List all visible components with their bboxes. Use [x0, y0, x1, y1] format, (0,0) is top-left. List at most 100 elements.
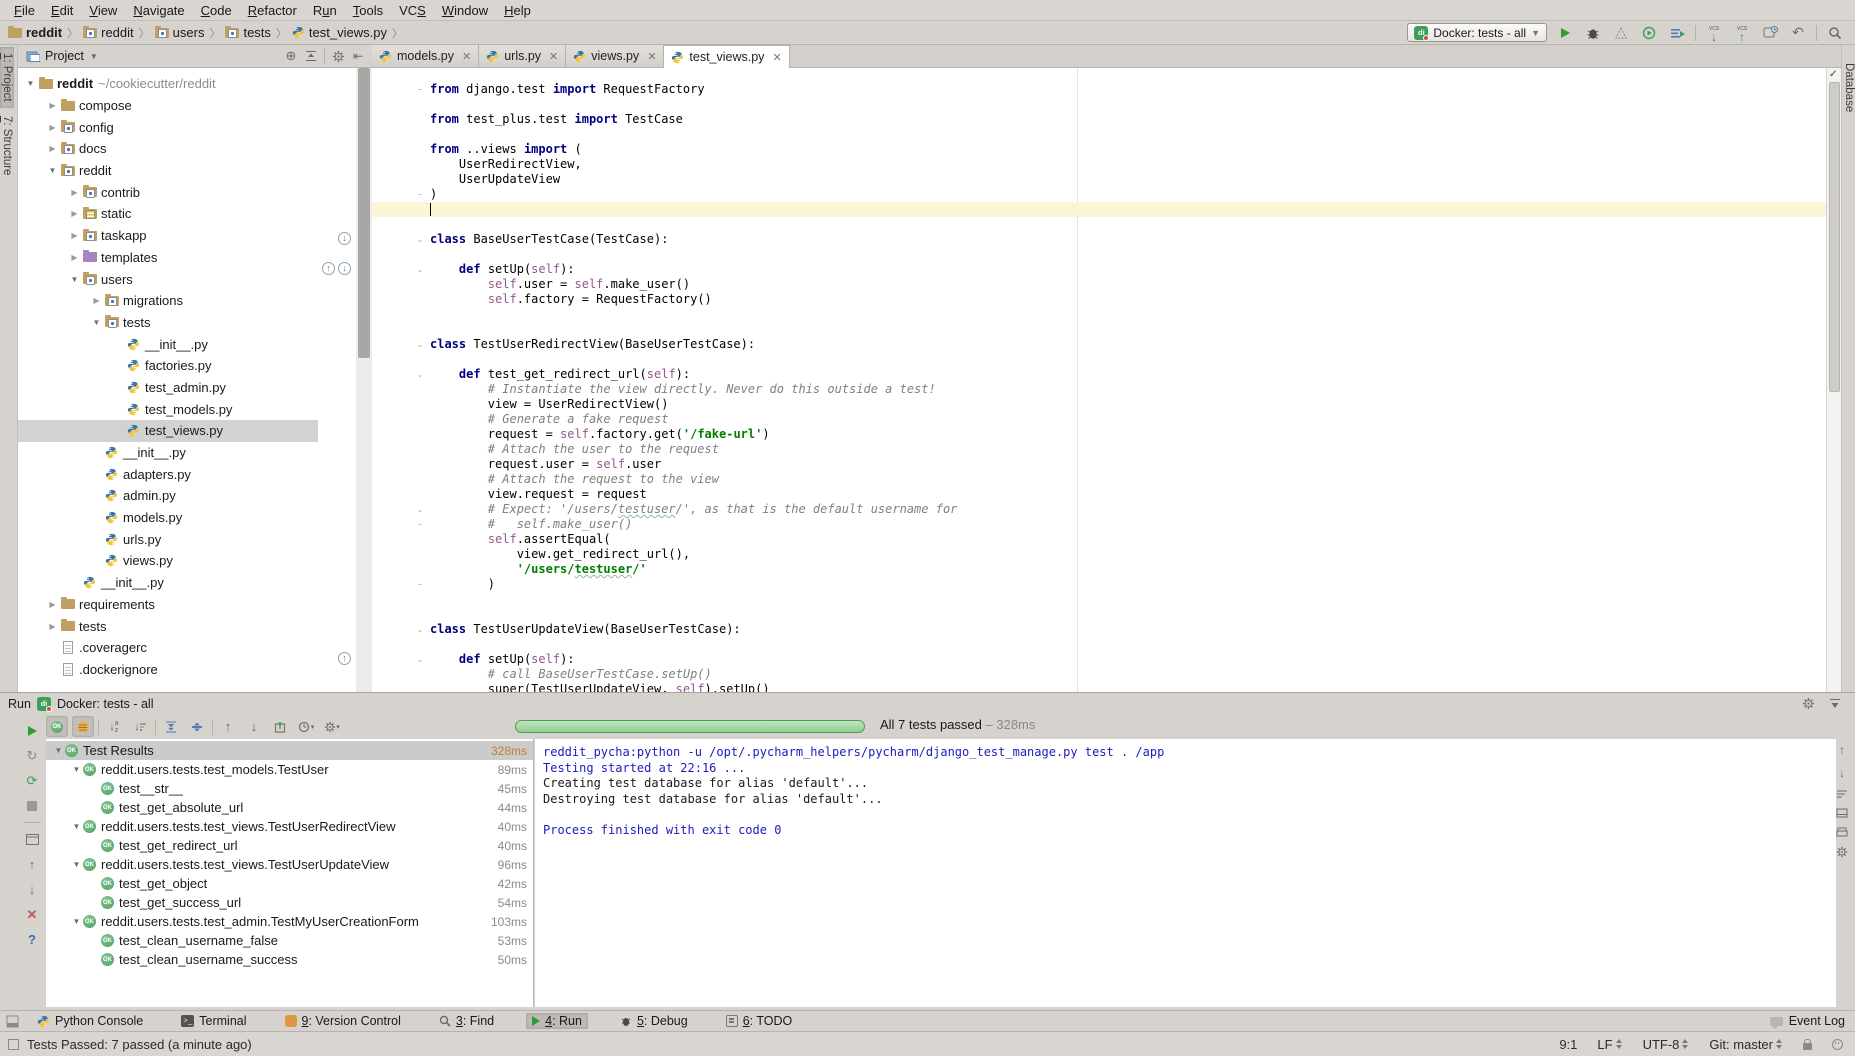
collapsed-arrow-icon[interactable]: ▶	[46, 123, 59, 132]
project-panel-title[interactable]: Project	[45, 49, 84, 63]
fold-marker[interactable]: ⌄	[414, 502, 426, 517]
fold-marker[interactable]: ⌄	[414, 262, 426, 277]
console-settings-gear-icon[interactable]	[1836, 846, 1848, 858]
soft-wrap-icon[interactable]	[1836, 789, 1848, 799]
sort-by-duration-icon[interactable]: ↓	[129, 716, 151, 737]
tree-item-.dockerignore[interactable]: .dockerignore	[18, 659, 356, 681]
show-passed-toggle[interactable]: OK	[46, 716, 68, 737]
expand-all-icon[interactable]	[160, 716, 182, 737]
search-everywhere-icon[interactable]	[1825, 23, 1845, 43]
breadcrumb-item[interactable]: tests	[225, 25, 270, 40]
menu-edit[interactable]: Edit	[43, 2, 81, 19]
test-row[interactable]: ▼OKTest Results328ms	[46, 741, 533, 760]
collapsed-arrow-icon[interactable]: ▶	[46, 101, 59, 110]
event-log-button[interactable]: Event Log	[1770, 1014, 1845, 1028]
toolwindow-button-9-version-control[interactable]: 9: Version Control	[279, 1013, 407, 1029]
editor-tab-models.py[interactable]: models.py✕	[372, 45, 479, 67]
rerun-failed-button[interactable]: ↻	[20, 743, 44, 768]
tree-item-tests[interactable]: ▼tests	[18, 312, 356, 334]
breadcrumb-item[interactable]: reddit	[83, 25, 134, 40]
lock-icon[interactable]	[1803, 1043, 1812, 1050]
expanded-arrow-icon[interactable]: ▼	[68, 275, 81, 284]
test-row[interactable]: OKtest_get_object42ms	[46, 874, 533, 893]
run-with-coverage-button[interactable]	[1611, 23, 1631, 43]
fold-marker[interactable]: −	[414, 82, 426, 97]
code-line[interactable]: # Generate a fake request	[372, 412, 1826, 427]
code-line[interactable]: view.get_redirect_url(),	[372, 547, 1826, 562]
overriding-method-icon[interactable]: ↑	[322, 262, 335, 275]
caret-position[interactable]: 9:1	[1559, 1037, 1577, 1052]
code-line[interactable]: UserRedirectView,	[372, 157, 1826, 172]
code-line[interactable]	[372, 247, 1826, 262]
toggle-toolwindow-icon[interactable]	[6, 1015, 19, 1028]
code-line[interactable]: self.factory = RequestFactory()	[372, 292, 1826, 307]
code-line[interactable]: )	[372, 577, 1826, 592]
code-line[interactable]: class TestUserRedirectView(BaseUserTestC…	[372, 337, 1826, 352]
menu-code[interactable]: Code	[193, 2, 240, 19]
test-row[interactable]: ▼OKreddit.users.tests.test_admin.TestMyU…	[46, 912, 533, 931]
code-line[interactable]: super(TestUserUpdateView, self).setUp()	[372, 682, 1826, 692]
code-line[interactable]: # Instantiate the view directly. Never d…	[372, 382, 1826, 397]
toggle-stripes-icon[interactable]	[8, 1039, 19, 1050]
tree-item-models.py[interactable]: models.py	[18, 507, 356, 529]
next-test-icon[interactable]: ↓	[243, 716, 265, 737]
collapse-all-icon[interactable]	[186, 716, 208, 737]
project-tree-scrollbar[interactable]	[356, 68, 372, 692]
scroll-to-end-icon[interactable]	[1836, 808, 1848, 818]
expanded-arrow-icon[interactable]: ▼	[52, 746, 65, 755]
code-line[interactable]	[372, 307, 1826, 322]
menu-help[interactable]: Help	[496, 2, 539, 19]
profile-button[interactable]	[1639, 23, 1659, 43]
toolwindow-button-4-run[interactable]: 4: Run	[526, 1013, 588, 1029]
code-line[interactable]: class BaseUserTestCase(TestCase):	[372, 232, 1826, 247]
expanded-arrow-icon[interactable]: ▼	[90, 318, 103, 327]
toolwindow-button-5-debug[interactable]: 5: Debug	[614, 1013, 694, 1029]
close-icon[interactable]: ✕	[20, 902, 44, 927]
print-icon[interactable]	[1836, 827, 1848, 837]
fold-marker[interactable]: ⌄	[414, 232, 426, 247]
tree-item-__init__.py[interactable]: __init__.py	[18, 442, 356, 464]
stripe-tab-1-project[interactable]: 1: Project	[0, 47, 14, 108]
expanded-arrow-icon[interactable]: ▼	[70, 822, 83, 831]
editor-scrollbar[interactable]: ✓	[1826, 68, 1841, 692]
breadcrumb-item[interactable]: test_views.py	[292, 25, 387, 40]
stop-button[interactable]	[20, 793, 44, 818]
code-line[interactable]: '/users/testuser/'	[372, 562, 1826, 577]
collapsed-arrow-icon[interactable]: ▶	[68, 253, 81, 262]
menu-refactor[interactable]: Refactor	[240, 2, 305, 19]
tree-item-users[interactable]: ▼users	[18, 268, 356, 290]
code-line[interactable]: from test_plus.test import TestCase	[372, 112, 1826, 127]
test-row[interactable]: OKtest_clean_username_false53ms	[46, 931, 533, 950]
tree-item-requirements[interactable]: ▶requirements	[18, 594, 356, 616]
menu-file[interactable]: File	[6, 2, 43, 19]
menu-navigate[interactable]: Navigate	[125, 2, 192, 19]
code-line[interactable]: def setUp(self):	[372, 262, 1826, 277]
close-icon[interactable]: ✕	[772, 51, 781, 64]
collapsed-arrow-icon[interactable]: ▶	[68, 231, 81, 240]
locate-file-icon[interactable]: ⊕	[281, 46, 301, 66]
code-line[interactable]: self.assertEqual(	[372, 532, 1826, 547]
tree-item-taskapp[interactable]: ▶taskapp	[18, 225, 356, 247]
code-line[interactable]: def test_get_redirect_url(self):	[372, 367, 1826, 382]
export-test-results-icon[interactable]	[269, 716, 291, 737]
menu-tools[interactable]: Tools	[345, 2, 391, 19]
code-line[interactable]	[372, 592, 1826, 607]
code-lines[interactable]: from django.test import RequestFactoryfr…	[372, 68, 1826, 692]
test-row[interactable]: OKtest_clean_username_success50ms	[46, 950, 533, 969]
git-branch-widget[interactable]: Git: master	[1709, 1037, 1783, 1052]
tree-item-reddit[interactable]: ▼reddit	[18, 160, 356, 182]
hide-panel-icon[interactable]	[1829, 697, 1841, 710]
code-line[interactable]: # Attach the request to the view	[372, 472, 1826, 487]
help-icon[interactable]: ?	[20, 927, 44, 952]
expanded-arrow-icon[interactable]: ▼	[70, 765, 83, 774]
editor-tab-views.py[interactable]: views.py✕	[566, 45, 664, 67]
show-console-icon[interactable]	[20, 827, 44, 852]
tree-item-.coveragerc[interactable]: .coveragerc	[18, 637, 356, 659]
code-line[interactable]	[372, 202, 1826, 217]
sort-alphabetically-icon[interactable]: ↓az	[103, 716, 125, 737]
collapsed-arrow-icon[interactable]: ▶	[68, 188, 81, 197]
code-line[interactable]: # call BaseUserTestCase.setUp()	[372, 667, 1826, 682]
code-line[interactable]: view.request = request	[372, 487, 1826, 502]
editor-tab-test_views.py[interactable]: test_views.py✕	[664, 45, 789, 68]
tree-item-urls.py[interactable]: urls.py	[18, 528, 356, 550]
